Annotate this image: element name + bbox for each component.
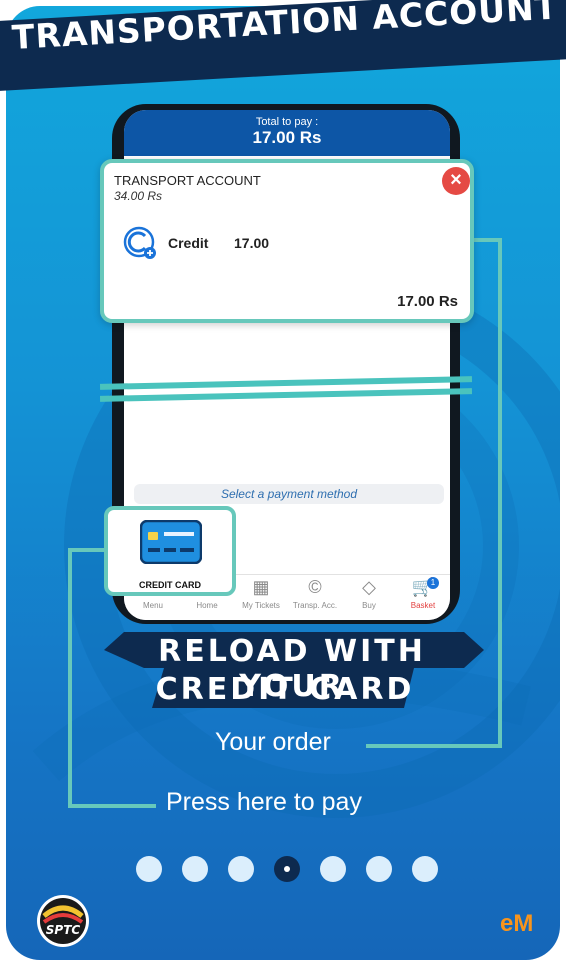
credit-card-option[interactable]: CREDIT CARD: [104, 506, 236, 596]
page-dot-2[interactable]: [182, 856, 208, 882]
account-title: TRANSPORT ACCOUNT: [114, 173, 261, 188]
pagination-dots: [136, 856, 446, 886]
credit-card-icon: [140, 520, 202, 564]
credit-card-label: CREDIT CARD: [139, 580, 201, 590]
credit-label: Credit: [168, 235, 209, 251]
reload-line-2: CREDIT CARD: [155, 672, 415, 707]
account-total: 17.00 Rs: [397, 293, 458, 310]
press-here: here: [236, 788, 287, 816]
credit-value[interactable]: 17.00: [234, 235, 269, 251]
sptc-logo-text: SPTC: [46, 923, 81, 937]
press-suffix: to pay: [286, 788, 362, 816]
page-dot-4[interactable]: [274, 856, 300, 882]
page-dot-5[interactable]: [320, 856, 346, 882]
press-here-callout: Press here to pay: [166, 788, 362, 817]
page-dot-3[interactable]: [228, 856, 254, 882]
close-icon[interactable]: ×: [442, 167, 470, 195]
account-balance: 34.00 Rs: [114, 189, 163, 203]
page-dot-7[interactable]: [412, 856, 438, 882]
page-dot-1[interactable]: [136, 856, 162, 882]
your-order-callout: Your order: [215, 728, 331, 756]
callout-lines: [68, 238, 502, 808]
em-logo: eM: [500, 910, 534, 937]
transport-account-card: TRANSPORT ACCOUNT 34.00 Rs × Credit 17.0…: [100, 159, 474, 323]
page-dot-6[interactable]: [366, 856, 392, 882]
credit-c-icon: [123, 226, 156, 259]
press-prefix: Press: [166, 788, 237, 816]
sptc-logo: SPTC: [37, 895, 89, 947]
